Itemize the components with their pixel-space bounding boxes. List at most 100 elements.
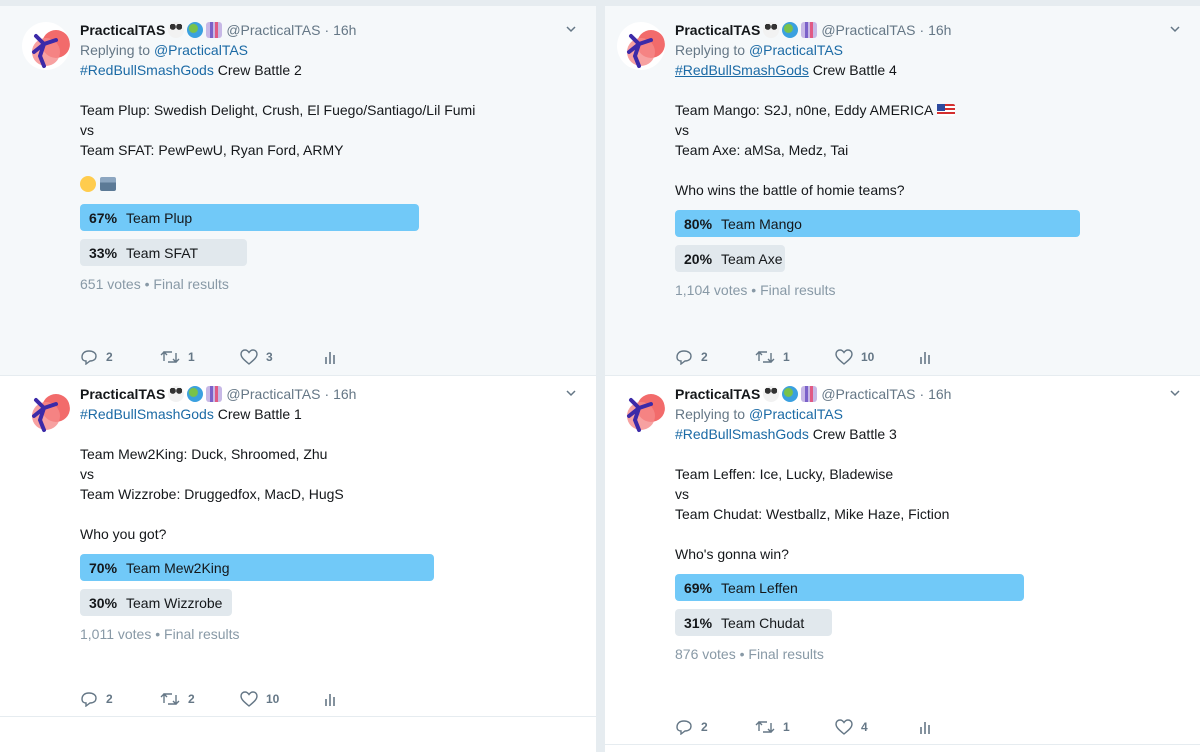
poll-label: Team Leffen xyxy=(721,579,798,596)
avatar[interactable] xyxy=(617,386,665,434)
author-name[interactable]: PracticalTAS xyxy=(675,20,760,40)
author-handle[interactable]: @PracticalTAS xyxy=(226,20,320,40)
retweet-count: 1 xyxy=(783,350,790,364)
reply-mention-link[interactable]: @PracticalTAS xyxy=(154,42,248,58)
reply-button[interactable]: 2 xyxy=(80,349,160,365)
poll-option: 30% Team Wizzrobe xyxy=(80,589,232,616)
hashtag-link[interactable]: #RedBullSmashGods xyxy=(675,62,809,78)
tweet-card[interactable]: PracticalTAS @PracticalTAS · 16h Replyin… xyxy=(0,6,596,376)
retweet-count: 1 xyxy=(188,350,195,364)
author-name[interactable]: PracticalTAS xyxy=(675,384,760,404)
like-button[interactable]: 4 xyxy=(835,719,919,735)
vs-text: vs xyxy=(80,466,94,482)
poll-label: Team Mew2King xyxy=(126,559,230,576)
retweet-icon xyxy=(755,351,775,363)
action-bar: 2 1 10 xyxy=(675,349,999,365)
reply-count: 2 xyxy=(106,350,113,364)
timestamp[interactable]: 16h xyxy=(928,20,951,40)
team-line-1: Team Mew2King: Duck, Shroomed, Zhu xyxy=(80,446,328,462)
retweet-button[interactable]: 1 xyxy=(160,349,240,365)
ballot-box-icon xyxy=(100,177,116,191)
poll: 80% Team Mango 20% Team Axe xyxy=(675,210,1180,272)
like-count: 10 xyxy=(266,692,280,706)
poll-status: Final results xyxy=(164,626,240,642)
team-line-text: Team Mango: S2J, n0ne, Eddy AMERICA xyxy=(675,102,934,118)
reply-mention-link[interactable]: @PracticalTAS xyxy=(749,406,843,422)
reply-icon xyxy=(676,720,692,735)
chevron-down-icon[interactable] xyxy=(566,388,576,398)
chart-icon xyxy=(206,386,223,402)
reply-button[interactable]: 2 xyxy=(675,719,755,735)
action-bar: 2 2 10 xyxy=(80,691,404,707)
chevron-down-icon[interactable] xyxy=(1170,388,1180,398)
avatar[interactable] xyxy=(22,386,70,434)
poll-option: 20% Team Axe xyxy=(675,245,785,272)
tweet-card[interactable]: PracticalTAS @PracticalTAS · 16h Replyin… xyxy=(605,376,1200,745)
poll-percent: 69% xyxy=(684,579,713,596)
globe-icon xyxy=(187,22,204,38)
tweet-header: PracticalTAS @PracticalTAS · 16h xyxy=(675,20,1180,40)
action-bar: 2 1 3 xyxy=(80,349,404,365)
team-line-2: Team Wizzrobe: Druggedfox, MacD, HugS xyxy=(80,486,344,502)
avatar[interactable] xyxy=(617,22,665,70)
poll-label: Team Axe xyxy=(721,250,783,267)
retweet-button[interactable]: 1 xyxy=(755,719,835,735)
separator-dot: · xyxy=(324,22,330,38)
analytics-button[interactable] xyxy=(919,719,999,735)
battle-title: Crew Battle 4 xyxy=(808,62,897,78)
reply-icon xyxy=(81,350,97,365)
reply-mention-link[interactable]: @PracticalTAS xyxy=(749,42,843,58)
team-line-1: Team Leffen: Ice, Lucky, Bladewise xyxy=(675,466,894,482)
avatar[interactable] xyxy=(22,22,70,70)
battle-title: Crew Battle 2 xyxy=(213,62,302,78)
like-button[interactable]: 10 xyxy=(240,691,324,707)
tweet-card[interactable]: PracticalTAS @PracticalTAS · 16h #RedBul… xyxy=(0,376,596,717)
analytics-button[interactable] xyxy=(324,349,404,365)
author-handle[interactable]: @PracticalTAS xyxy=(821,384,915,404)
reply-count: 2 xyxy=(106,692,113,706)
analytics-button[interactable] xyxy=(919,349,999,365)
separator-dot: · xyxy=(919,386,925,402)
poll-status: Final results xyxy=(153,276,229,292)
poll-option-winner: 80% Team Mango xyxy=(675,210,1080,237)
author-name[interactable]: PracticalTAS xyxy=(80,384,165,404)
retweet-button[interactable]: 2 xyxy=(160,691,240,707)
timestamp[interactable]: 16h xyxy=(928,384,951,404)
author-name[interactable]: PracticalTAS xyxy=(80,20,165,40)
analytics-button[interactable] xyxy=(324,691,404,707)
like-button[interactable]: 3 xyxy=(240,349,324,365)
author-handle[interactable]: @PracticalTAS xyxy=(226,384,320,404)
poll-label: Team SFAT xyxy=(126,244,199,261)
like-button[interactable]: 10 xyxy=(835,349,919,365)
analytics-icon xyxy=(325,694,335,706)
hashtag-link[interactable]: #RedBullSmashGods xyxy=(675,426,809,442)
tweet-text: #RedBullSmashGods Crew Battle 4 xyxy=(675,60,1180,80)
hashtag-link[interactable]: #RedBullSmashGods xyxy=(80,62,214,78)
globe-icon xyxy=(782,386,799,402)
author-handle[interactable]: @PracticalTAS xyxy=(821,20,915,40)
team-line-2: Team Chudat: Westballz, Mike Haze, Ficti… xyxy=(675,506,950,522)
chevron-down-icon[interactable] xyxy=(1170,24,1180,34)
hashtag-link[interactable]: #RedBullSmashGods xyxy=(80,406,214,422)
tweet-header: PracticalTAS @PracticalTAS · 16h xyxy=(80,20,576,40)
chevron-down-icon[interactable] xyxy=(566,24,576,34)
poll-option: 31% Team Chudat xyxy=(675,609,832,636)
vs-text: vs xyxy=(675,122,689,138)
retweet-button[interactable]: 1 xyxy=(755,349,835,365)
poll-percent: 80% xyxy=(684,215,713,232)
heart-icon xyxy=(835,349,853,365)
tweet-header: PracticalTAS @PracticalTAS · 16h xyxy=(80,384,576,404)
poll-percent: 33% xyxy=(89,244,118,261)
reply-button[interactable]: 2 xyxy=(80,691,160,707)
poll-status: Final results xyxy=(748,646,824,662)
timestamp[interactable]: 16h xyxy=(333,384,356,404)
poll-summary: 876 votes • Final results xyxy=(675,646,824,662)
timestamp[interactable]: 16h xyxy=(333,20,356,40)
tweet-card[interactable]: PracticalTAS @PracticalTAS · 16h Replyin… xyxy=(605,6,1200,376)
chart-icon xyxy=(801,386,818,402)
chart-icon xyxy=(206,22,223,38)
tweet-header: PracticalTAS @PracticalTAS · 16h xyxy=(675,384,1180,404)
poll-question: Who you got? xyxy=(80,526,167,542)
poll-percent: 31% xyxy=(684,614,713,631)
reply-button[interactable]: 2 xyxy=(675,349,755,365)
